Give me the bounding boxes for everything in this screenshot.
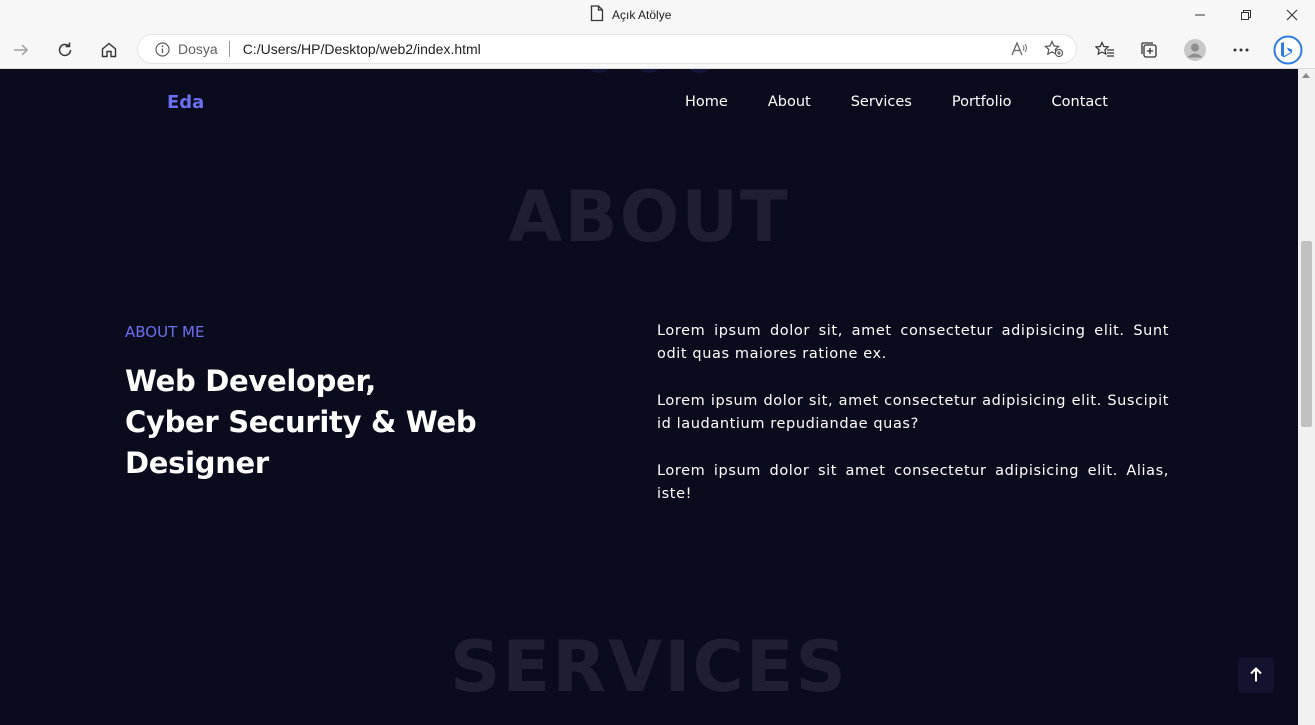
favorites-button[interactable] (1091, 36, 1119, 64)
nav-contact[interactable]: Contact (1052, 94, 1108, 110)
services-ghost-title: SERVICES (450, 626, 848, 708)
about-me-label: ABOUT ME (125, 323, 205, 341)
about-ghost-title: ABOUT (508, 176, 790, 258)
restore-button[interactable] (1223, 0, 1269, 30)
info-icon (155, 41, 170, 57)
page-viewport: Eda Home About Services Portfolio Contac… (0, 69, 1298, 725)
address-bar[interactable]: Dosya C:/Users/HP/Desktop/web2/index.htm… (137, 34, 1077, 64)
nav-home[interactable]: Home (685, 94, 728, 110)
about-text: Lorem ipsum dolor sit, amet consectetur … (657, 320, 1169, 530)
about-paragraph: Lorem ipsum dolor sit, amet consectetur … (657, 323, 1169, 362)
nav-portfolio[interactable]: Portfolio (952, 94, 1012, 110)
profile-button[interactable] (1181, 36, 1209, 64)
page-icon (590, 4, 604, 26)
about-heading-line: Designer (125, 446, 269, 480)
collections-icon (1141, 42, 1157, 58)
forward-button[interactable] (7, 36, 35, 64)
close-button[interactable] (1269, 0, 1315, 30)
address-scheme-label: Dosya (178, 41, 218, 57)
read-aloud-icon (1011, 41, 1027, 56)
browser-toolbar: Dosya C:/Users/HP/Desktop/web2/index.htm… (0, 30, 1315, 69)
refresh-button[interactable] (51, 36, 79, 64)
nav-about[interactable]: About (768, 94, 811, 110)
scroll-to-top-button[interactable] (1238, 657, 1274, 693)
decorative-circles (585, 69, 713, 73)
close-icon (1286, 9, 1298, 21)
arrow-right-icon (14, 44, 29, 56)
read-aloud-button[interactable] (1010, 40, 1028, 62)
page-scrollbar[interactable] (1298, 69, 1315, 725)
about-paragraph: Lorem ipsum dolor sit amet consectetur a… (657, 463, 1169, 502)
address-url[interactable]: C:/Users/HP/Desktop/web2/index.html (243, 41, 481, 57)
refresh-icon (58, 42, 72, 57)
home-icon (101, 42, 117, 58)
favorites-icon (1095, 41, 1114, 57)
profile-avatar-icon (1184, 39, 1206, 61)
more-dots-icon (1233, 48, 1249, 52)
about-heading-line: Web Developer, (125, 364, 376, 398)
minimize-button[interactable] (1177, 0, 1223, 30)
nav-services[interactable]: Services (851, 94, 912, 110)
decorative-circle (585, 69, 613, 73)
arrow-up-icon (1250, 667, 1262, 682)
collections-button[interactable] (1135, 36, 1163, 64)
address-divider (228, 41, 230, 57)
tab-title-area[interactable]: Açık Atölye (590, 4, 672, 26)
bing-icon (1273, 35, 1303, 65)
about-paragraph: Lorem ipsum dolor sit, amet consectetur … (657, 393, 1169, 432)
site-logo[interactable]: Eda (167, 92, 204, 113)
decorative-circle (685, 69, 713, 73)
bing-button[interactable] (1272, 34, 1304, 66)
home-button[interactable] (95, 36, 123, 64)
more-menu-button[interactable] (1227, 36, 1255, 64)
browser-title-bar: Açık Atölye (0, 0, 1315, 30)
restore-icon (1241, 10, 1251, 20)
minimize-icon (1195, 14, 1205, 16)
site-info-button[interactable]: Dosya (155, 41, 218, 57)
main-nav: Home About Services Portfolio Contact (685, 94, 1108, 110)
about-heading-line: Cyber Security & Web (125, 405, 477, 439)
decorative-circle (635, 69, 663, 73)
scrollbar-thumb[interactable] (1301, 241, 1312, 427)
add-favorite-button[interactable] (1044, 40, 1064, 62)
about-heading: Web Developer, Cyber Security & Web Desi… (125, 361, 525, 484)
tab-title: Açık Atölye (612, 8, 672, 22)
star-plus-icon (1044, 40, 1064, 58)
scroll-up-arrow-icon[interactable] (1302, 73, 1310, 78)
